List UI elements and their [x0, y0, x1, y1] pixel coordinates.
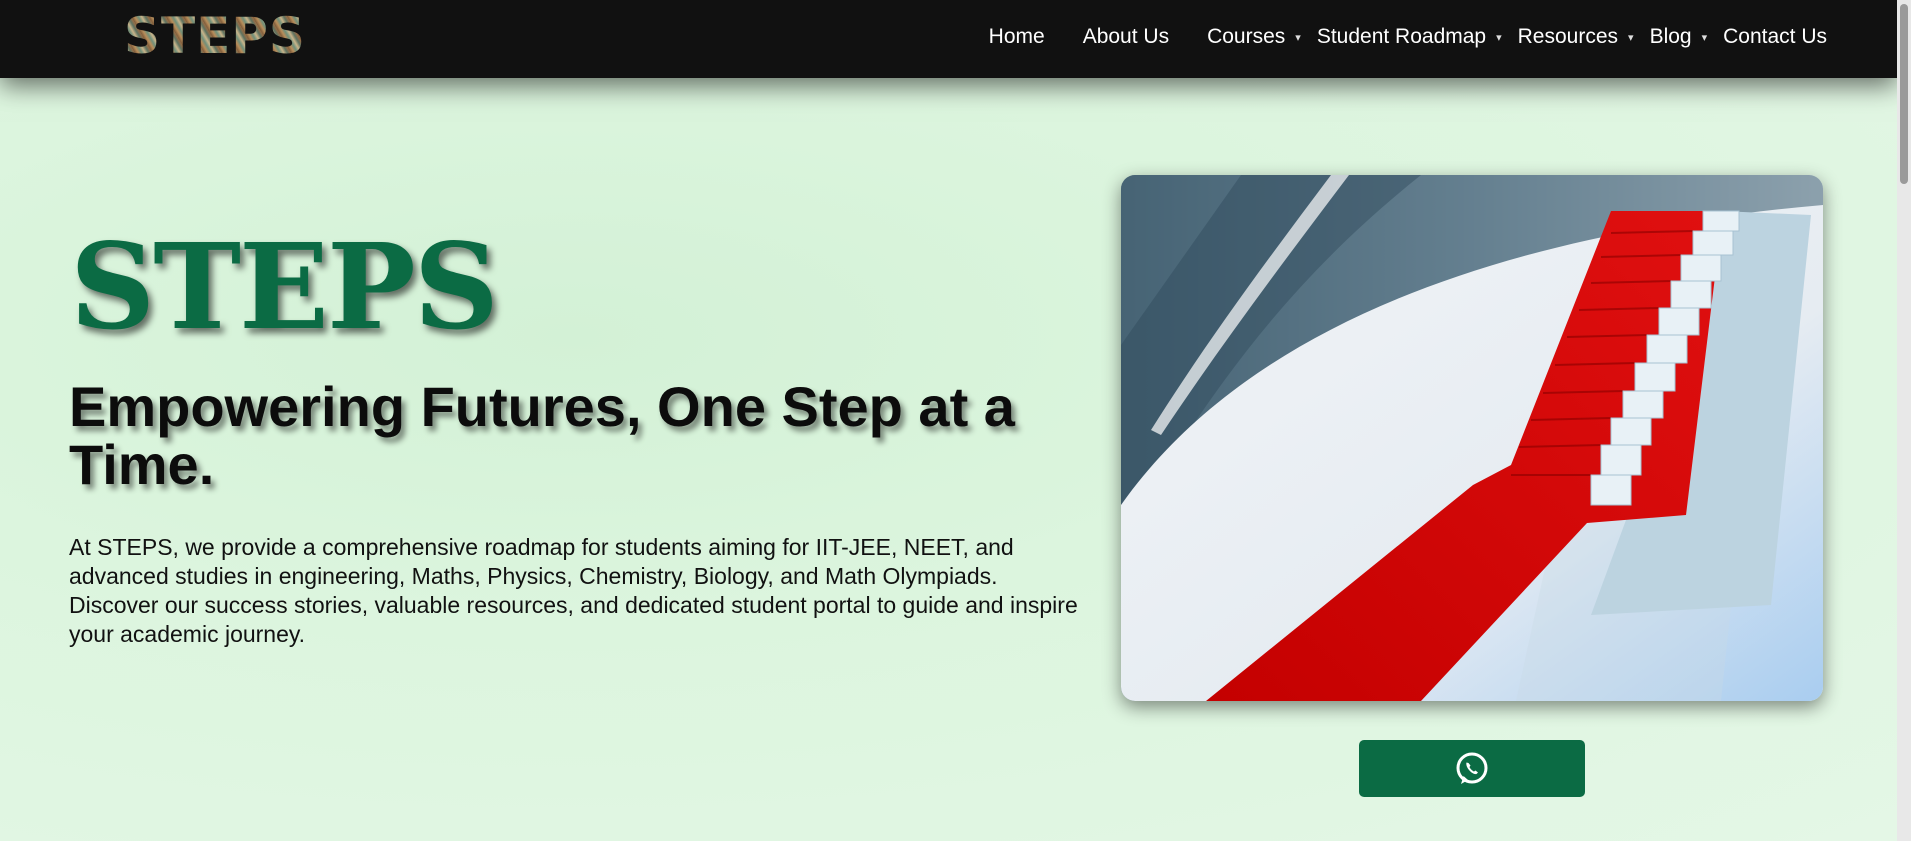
nav-student-roadmap[interactable]: Student Roadmap ▾ [1317, 25, 1502, 49]
nav-about-us[interactable]: About Us [1083, 25, 1169, 49]
hero-image [1121, 175, 1823, 701]
chevron-down-icon: ▾ [1701, 31, 1708, 44]
nav-courses-label: Courses [1207, 25, 1286, 48]
scrollbar-thumb[interactable] [1900, 4, 1908, 184]
nav-resources[interactable]: Resources ▾ [1518, 25, 1634, 49]
site-logo[interactable]: STEPS [124, 8, 306, 64]
nav-about-us-label: About Us [1082, 25, 1170, 48]
nav-blog[interactable]: Blog ▾ [1650, 25, 1708, 49]
whatsapp-icon [1456, 752, 1488, 784]
nav-contact-us[interactable]: Contact Us [1723, 25, 1827, 49]
nav-home[interactable]: Home [989, 25, 1045, 49]
nav-courses[interactable]: Courses ▾ [1207, 25, 1301, 49]
nav-blog-label: Blog [1649, 25, 1692, 48]
page-scrollbar[interactable] [1897, 0, 1911, 841]
nav-home-label: Home [988, 25, 1045, 48]
nav-student-roadmap-label: Student Roadmap [1316, 25, 1487, 48]
chevron-down-icon: ▾ [1295, 31, 1301, 44]
nav-menu: Home About Us Courses ▾ Student Roadmap ▾ … [951, 0, 1827, 74]
chevron-down-icon: ▾ [1496, 31, 1502, 44]
nav-resources-label: Resources [1517, 25, 1619, 48]
whatsapp-button[interactable] [1359, 740, 1585, 797]
hero-headline: Empowering Futures, One Step at a Time. [69, 375, 1015, 496]
top-navbar: STEPS Home About Us Courses ▾ Student Roa… [0, 0, 1897, 78]
hero-description: At STEPS, we provide a comprehensive roa… [69, 534, 1078, 647]
red-carpet-staircase-illustration [1121, 175, 1823, 701]
chevron-down-icon: ▾ [1628, 31, 1634, 44]
hero-brand-title: STEPS [70, 217, 499, 356]
nav-contact-us-label: Contact Us [1723, 25, 1827, 48]
